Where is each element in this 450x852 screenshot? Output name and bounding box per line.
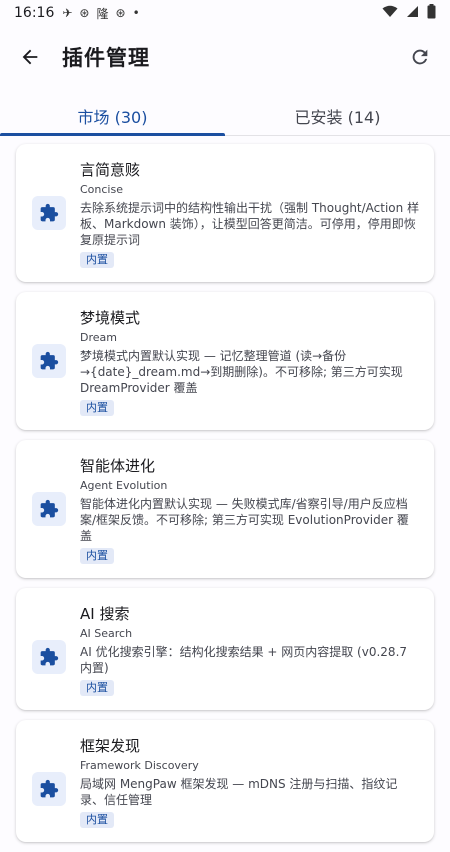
builtin-badge: 内置 bbox=[80, 680, 114, 696]
puzzle-icon bbox=[32, 344, 66, 378]
plugin-description: 去除系统提示词中的结构性输出干扰（强制 Thought/Action 样板、Ma… bbox=[80, 201, 420, 247]
app-notification-icon: ⊛ bbox=[79, 6, 90, 20]
more-notifications-icon: • bbox=[132, 6, 140, 20]
plugin-description: 局域网 MengPaw 框架发现 — mDNS 注册与扫描、指纹记录、信任管理 bbox=[80, 777, 398, 807]
puzzle-icon bbox=[32, 640, 66, 674]
page-title: 插件管理 bbox=[62, 46, 150, 70]
plugin-subtitle: Agent Evolution bbox=[80, 479, 168, 492]
status-time: 16:16 bbox=[14, 5, 55, 21]
plugin-card-framework-discovery[interactable]: 框架发现 Framework Discovery 局域网 MengPaw 框架发… bbox=[16, 720, 434, 842]
refresh-button[interactable] bbox=[402, 39, 438, 75]
wifi-icon bbox=[382, 5, 398, 22]
builtin-badge: 内置 bbox=[80, 548, 114, 564]
plugin-name: 框架发现 bbox=[80, 737, 141, 755]
plugin-name: 言简意赅 bbox=[80, 161, 141, 179]
app-bar: 插件管理 bbox=[0, 26, 450, 88]
plugin-subtitle: AI Search bbox=[80, 627, 133, 640]
back-button[interactable] bbox=[12, 39, 48, 75]
plugin-card-dream[interactable]: 梦境模式 Dream 梦境模式内置默认实现 — 记忆整理管道 (读→备份→{da… bbox=[16, 292, 434, 430]
plugin-card-agent-evolution[interactable]: 智能体进化 Agent Evolution 智能体进化内置默认实现 — 失败模式… bbox=[16, 440, 434, 578]
app-notification-icon: 隆 bbox=[96, 6, 109, 21]
plugin-subtitle: Concise bbox=[80, 183, 123, 196]
plugin-name: 智能体进化 bbox=[80, 457, 156, 475]
plugin-description: AI 优化搜索引擎：结构化搜索结果 + 网页内容提取 (v0.28.7 内置) bbox=[80, 645, 408, 675]
plugin-description: 梦境模式内置默认实现 — 记忆整理管道 (读→备份→{date}_dream.m… bbox=[80, 349, 403, 395]
puzzle-icon bbox=[32, 196, 66, 230]
puzzle-icon bbox=[32, 492, 66, 526]
status-bar: 16:16 ✈ ⊛ 隆 ⊛ • bbox=[0, 0, 450, 26]
plugin-card-concise[interactable]: 言简意赅 Concise 去除系统提示词中的结构性输出干扰（强制 Thought… bbox=[16, 144, 434, 282]
builtin-badge: 内置 bbox=[80, 400, 114, 416]
builtin-badge: 内置 bbox=[80, 812, 114, 828]
plugin-subtitle: Dream bbox=[80, 331, 117, 344]
puzzle-icon bbox=[32, 772, 66, 806]
plugin-name: AI 搜索 bbox=[80, 605, 130, 623]
airplane-icon: ✈ bbox=[62, 6, 73, 20]
arrow-left-icon bbox=[22, 49, 38, 65]
battery-icon bbox=[427, 3, 436, 23]
plugin-name: 梦境模式 bbox=[80, 309, 141, 327]
plugin-card-ai-search[interactable]: AI 搜索 AI Search AI 优化搜索引擎：结构化搜索结果 + 网页内容… bbox=[16, 588, 434, 710]
app-notification-icon: ⊛ bbox=[115, 6, 126, 20]
tab-bar: 市场 (30) 已安装 (14) bbox=[0, 96, 450, 136]
refresh-icon bbox=[412, 49, 428, 65]
tab-market[interactable]: 市场 (30) bbox=[0, 96, 225, 136]
cell-signal-icon bbox=[406, 5, 419, 22]
plugin-list: 言简意赅 Concise 去除系统提示词中的结构性输出干扰（强制 Thought… bbox=[16, 144, 434, 852]
plugin-description: 智能体进化内置默认实现 — 失败模式库/省察引导/用户反应档案/框架反馈。不可移… bbox=[80, 497, 409, 543]
tab-installed[interactable]: 已安装 (14) bbox=[225, 96, 450, 135]
builtin-badge: 内置 bbox=[80, 252, 114, 268]
plugin-subtitle: Framework Discovery bbox=[80, 759, 199, 772]
